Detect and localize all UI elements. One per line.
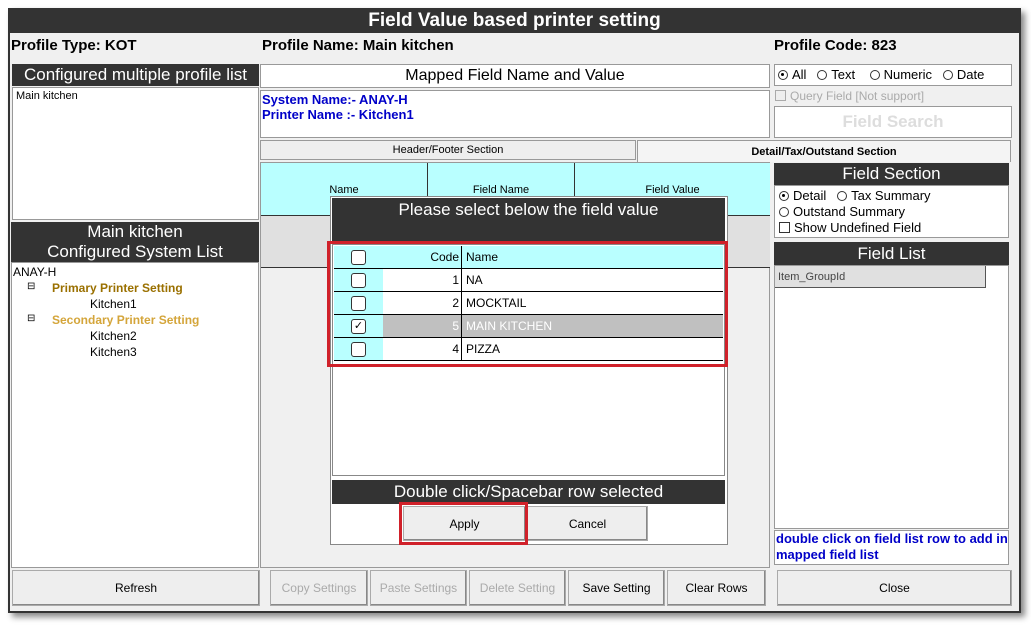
radio-all[interactable]: All <box>778 67 806 82</box>
tree-primary[interactable]: Primary Printer Setting <box>52 281 183 295</box>
system-list-header-line1: Main kitchen <box>87 222 183 241</box>
rows-highlight <box>327 241 728 367</box>
collapse-icon[interactable]: ⊟ <box>27 281 35 292</box>
printer-name: Printer Name :- Kitchen1 <box>262 107 414 122</box>
query-field-checkbox[interactable]: Query Field [Not support] <box>775 89 924 103</box>
profile-type: Profile Type: KOT <box>11 37 137 54</box>
save-setting-button[interactable]: Save Setting <box>568 570 665 606</box>
field-section-header: Field Section <box>774 163 1009 185</box>
delete-setting-button[interactable]: Delete Setting <box>469 570 566 606</box>
dialog-footer: Double click/Spacebar row selected <box>332 480 725 504</box>
tree-item[interactable]: Kitchen2 <box>90 329 137 343</box>
radio-date[interactable]: Date <box>942 67 984 82</box>
refresh-button[interactable]: Refresh <box>12 570 260 606</box>
field-section-options: Detail Tax Summary Outstand Summary Show… <box>774 185 1009 238</box>
field-list-item[interactable]: Item_GroupId <box>775 266 986 288</box>
close-button[interactable]: Close <box>777 570 1012 606</box>
tree-item[interactable]: Kitchen3 <box>90 345 137 359</box>
tree-root[interactable]: ANAY-H <box>13 265 56 279</box>
radio-text[interactable]: Text <box>817 67 855 82</box>
tree-item[interactable]: Kitchen1 <box>90 297 137 311</box>
mapped-header: Mapped Field Name and Value <box>260 64 770 88</box>
system-list-header: Main kitchen Configured System List <box>11 222 259 262</box>
show-undefined-checkbox[interactable]: Show Undefined Field <box>779 220 1004 236</box>
radio-outstand-summary[interactable]: Outstand Summary <box>779 204 1004 220</box>
profile-list-item[interactable]: Main kitchen <box>13 88 258 104</box>
field-search-input[interactable]: Field Search <box>774 106 1012 138</box>
tab-detail-tax-outstand[interactable]: Detail/Tax/Outstand Section <box>637 140 1011 162</box>
system-info: System Name:- ANAY-H Printer Name :- Kit… <box>260 90 770 138</box>
field-list-hint: double click on field list row to add in… <box>774 530 1009 565</box>
copy-settings-button[interactable]: Copy Settings <box>270 570 368 606</box>
profile-code: Profile Code: 823 <box>774 37 897 54</box>
system-name: System Name:- ANAY-H <box>262 92 408 107</box>
paste-settings-button[interactable]: Paste Settings <box>370 570 467 606</box>
tab-header-footer[interactable]: Header/Footer Section <box>260 140 636 160</box>
window-title: Field Value based printer setting <box>8 8 1021 33</box>
dialog-title: Please select below the field value <box>332 198 725 242</box>
system-list-header-line2: Configured System List <box>47 242 223 261</box>
cancel-button[interactable]: Cancel <box>527 506 648 541</box>
filter-radio-group: All Text Numeric Date <box>774 64 1012 86</box>
clear-rows-button[interactable]: Clear Rows <box>667 570 766 606</box>
radio-tax-summary[interactable]: Tax Summary <box>837 188 931 203</box>
tree-secondary[interactable]: Secondary Printer Setting <box>52 313 199 327</box>
radio-numeric[interactable]: Numeric <box>869 67 932 82</box>
profile-list-header: Configured multiple profile list <box>12 64 259 86</box>
system-tree[interactable]: ANAY-H ⊟ Primary Printer Setting Kitchen… <box>11 262 259 568</box>
field-list[interactable]: Item_GroupId <box>774 265 1009 529</box>
apply-highlight <box>399 502 528 545</box>
radio-detail[interactable]: Detail <box>779 188 826 203</box>
field-list-header: Field List <box>774 242 1009 265</box>
profile-name: Profile Name: Main kitchen <box>262 37 454 54</box>
collapse-icon[interactable]: ⊟ <box>27 313 35 324</box>
profile-list[interactable]: Main kitchen <box>12 87 259 220</box>
